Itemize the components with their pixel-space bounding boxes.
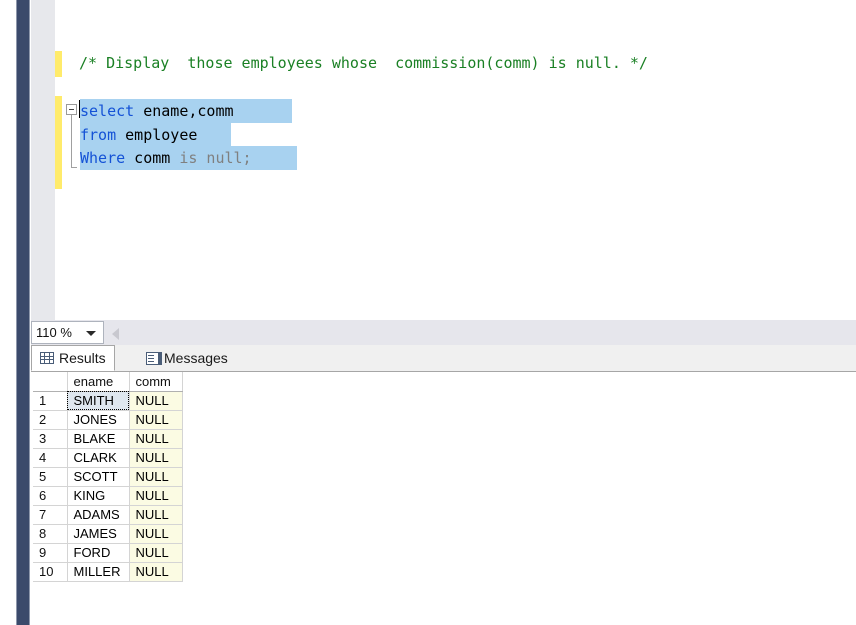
tab-results[interactable]: Results: [31, 345, 115, 371]
table-header-row: ename comm: [33, 372, 183, 392]
cell-comm[interactable]: NULL: [129, 505, 183, 525]
change-bar-comment: [55, 51, 62, 77]
sql-keyword-select: select: [80, 102, 135, 120]
vertical-navy-bar: [16, 0, 30, 625]
row-number-cell[interactable]: 4: [33, 448, 68, 468]
sql-keyword-where: Where: [80, 149, 126, 167]
table-row[interactable]: 6 KING NULL: [33, 486, 183, 506]
row-header-corner[interactable]: [33, 372, 68, 392]
table-row[interactable]: 4 CLARK NULL: [33, 448, 183, 468]
zoom-level-value: 110 %: [36, 325, 72, 340]
sql-editor-window: /* Display those employees whose commiss…: [0, 0, 856, 625]
results-table: ename comm 1 SMITH NULL 2 JONES NULL 3 BLAKE NUL…: [33, 372, 183, 582]
sql-where-predicate: is null;: [179, 149, 252, 167]
editor-gutter: [31, 0, 55, 320]
triangle-left-icon[interactable]: [112, 328, 119, 340]
cell-comm[interactable]: NULL: [129, 524, 183, 544]
column-header-comm[interactable]: comm: [129, 372, 183, 392]
change-bar-statement: [55, 96, 62, 189]
cell-ename[interactable]: CLARK: [67, 448, 130, 468]
fold-region-line: [71, 115, 72, 168]
table-row[interactable]: 3 BLAKE NULL: [33, 429, 183, 449]
table-row[interactable]: 2 JONES NULL: [33, 410, 183, 430]
results-tab-strip: Results Messages: [31, 345, 856, 372]
row-number-cell[interactable]: 7: [33, 505, 68, 525]
row-number-cell[interactable]: 8: [33, 524, 68, 544]
window-left-margin: [0, 0, 16, 625]
chevron-down-icon[interactable]: [86, 331, 96, 336]
cell-comm[interactable]: NULL: [129, 562, 183, 582]
tab-messages-label: Messages: [164, 350, 228, 366]
sql-line-select: select ename,comm: [80, 100, 234, 124]
cell-ename[interactable]: FORD: [67, 543, 130, 563]
grid-icon: [40, 352, 54, 364]
sql-comment-line: /* Display those employees whose commiss…: [79, 54, 648, 72]
column-header-ename[interactable]: ename: [67, 372, 130, 392]
table-row[interactable]: 7 ADAMS NULL: [33, 505, 183, 525]
cell-comm[interactable]: NULL: [129, 448, 183, 468]
sql-columns-list: ename,comm: [134, 102, 234, 120]
cell-comm[interactable]: NULL: [129, 429, 183, 449]
row-number-cell[interactable]: 5: [33, 467, 68, 487]
editor-status-strip: 110 %: [31, 320, 856, 345]
cell-comm[interactable]: NULL: [129, 467, 183, 487]
sql-where-column: comm: [125, 149, 180, 167]
cell-ename[interactable]: SCOTT: [67, 467, 130, 487]
query-editor-pane[interactable]: /* Display those employees whose commiss…: [31, 0, 856, 320]
results-grid-pane[interactable]: ename comm 1 SMITH NULL 2 JONES NULL 3 BLAKE NUL…: [31, 372, 856, 625]
cell-comm[interactable]: NULL: [129, 543, 183, 563]
row-number-cell[interactable]: 3: [33, 429, 68, 449]
table-row[interactable]: 8 JAMES NULL: [33, 524, 183, 544]
row-number-cell[interactable]: 10: [33, 562, 68, 582]
cell-comm[interactable]: NULL: [129, 410, 183, 430]
cell-comm[interactable]: NULL: [129, 486, 183, 506]
tab-messages[interactable]: Messages: [138, 345, 236, 371]
cell-ename[interactable]: JONES: [67, 410, 130, 430]
results-table-body: 1 SMITH NULL 2 JONES NULL 3 BLAKE NULL 4 CLARK NULL…: [33, 391, 183, 582]
cell-ename[interactable]: BLAKE: [67, 429, 130, 449]
cell-ename[interactable]: ADAMS: [67, 505, 130, 525]
row-number-cell[interactable]: 2: [33, 410, 68, 430]
sql-line-from: from employee: [80, 124, 197, 148]
tab-results-label: Results: [59, 350, 106, 366]
sql-table-name: employee: [116, 126, 198, 144]
cell-ename[interactable]: SMITH: [67, 391, 130, 411]
collapse-minus-icon[interactable]: [66, 104, 77, 115]
row-number-cell[interactable]: 6: [33, 486, 68, 506]
cell-ename[interactable]: KING: [67, 486, 130, 506]
fold-region-foot: [71, 167, 77, 168]
row-number-cell[interactable]: 1: [33, 391, 68, 411]
table-row[interactable]: 9 FORD NULL: [33, 543, 183, 563]
table-row[interactable]: 5 SCOTT NULL: [33, 467, 183, 487]
table-row[interactable]: 10 MILLER NULL: [33, 562, 183, 582]
message-document-icon: [146, 351, 162, 365]
table-row[interactable]: 1 SMITH NULL: [33, 391, 183, 411]
sql-line-where: Where comm is null;: [80, 147, 252, 171]
row-number-cell[interactable]: 9: [33, 543, 68, 563]
zoom-level-dropdown[interactable]: 110 %: [31, 321, 104, 344]
cell-ename[interactable]: JAMES: [67, 524, 130, 544]
cell-comm[interactable]: NULL: [129, 391, 183, 411]
cell-ename[interactable]: MILLER: [67, 562, 130, 582]
sql-keyword-from: from: [80, 126, 117, 144]
